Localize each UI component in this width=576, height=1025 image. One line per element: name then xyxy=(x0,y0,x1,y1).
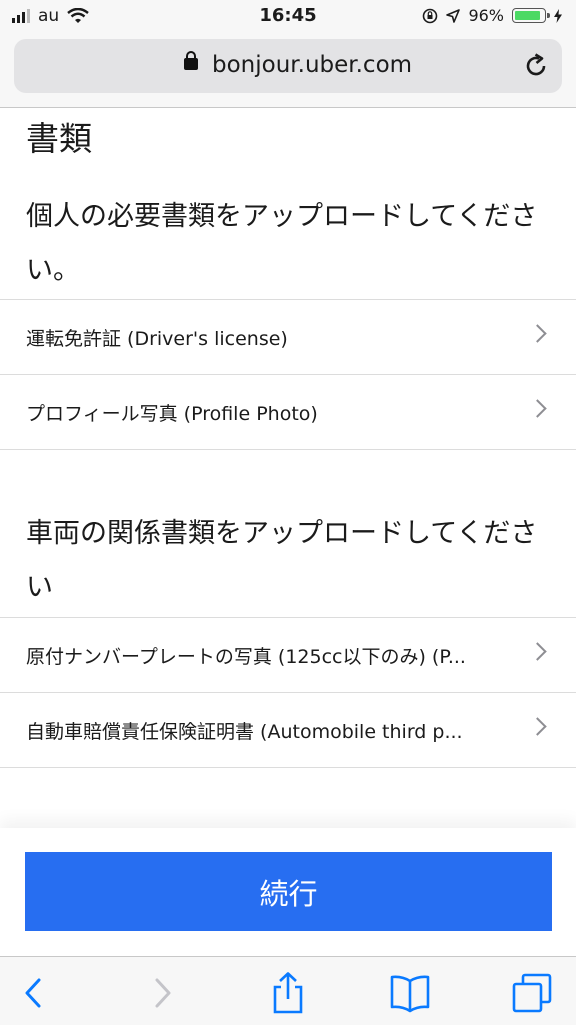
address-bar-area: bonjour.uber.com xyxy=(0,34,576,108)
document-row-license-plate[interactable]: 原付ナンバープレートの写真 (125cc以下のみ) (P... xyxy=(0,617,576,692)
orientation-lock-icon xyxy=(423,8,438,23)
chevron-right-icon xyxy=(528,642,547,661)
section-divider xyxy=(0,449,576,450)
page-title: 書類 xyxy=(26,119,92,158)
vehicle-documents-heading: 車両の関係書類をアップロードしてください xyxy=(26,518,538,603)
battery-percent: 96% xyxy=(468,6,504,25)
tabs-icon[interactable] xyxy=(510,971,554,1015)
status-right: 96% xyxy=(422,6,562,25)
charging-icon xyxy=(554,8,562,23)
document-label: 運転免許証 (Driver's license) xyxy=(26,328,288,350)
reload-icon[interactable] xyxy=(522,52,550,80)
back-icon[interactable] xyxy=(12,971,56,1015)
location-icon xyxy=(446,8,461,23)
address-bar[interactable]: bonjour.uber.com xyxy=(14,39,562,93)
share-icon[interactable] xyxy=(266,971,310,1015)
personal-documents-heading: 個人の必要書類をアップロードしてください。 xyxy=(26,201,538,286)
document-label: プロフィール写真 (Profile Photo) xyxy=(26,403,318,425)
document-label: 原付ナンバープレートの写真 (125cc以下のみ) (P... xyxy=(26,646,466,668)
chevron-right-icon xyxy=(528,717,547,736)
url-text[interactable]: bonjour.uber.com xyxy=(212,52,412,78)
lock-icon xyxy=(184,51,198,70)
battery-icon xyxy=(512,8,550,23)
document-row-insurance[interactable]: 自動車賠償責任保険証明書 (Automobile third p... xyxy=(0,692,576,767)
bookmarks-icon[interactable] xyxy=(388,971,432,1015)
forward-icon[interactable] xyxy=(140,971,184,1015)
browser-toolbar xyxy=(0,956,576,1025)
document-row-profile-photo[interactable]: プロフィール写真 (Profile Photo) xyxy=(0,374,576,449)
section-divider xyxy=(0,767,576,768)
status-bar: au 16:45 96% xyxy=(0,0,576,34)
chevron-right-icon xyxy=(528,399,547,418)
battery-level xyxy=(515,11,540,20)
document-label: 自動車賠償責任保険証明書 (Automobile third p... xyxy=(26,721,463,743)
footer: 続行 xyxy=(0,828,576,956)
continue-button[interactable]: 続行 xyxy=(25,852,552,931)
chevron-right-icon xyxy=(528,324,547,343)
document-row-drivers-license[interactable]: 運転免許証 (Driver's license) xyxy=(0,299,576,374)
